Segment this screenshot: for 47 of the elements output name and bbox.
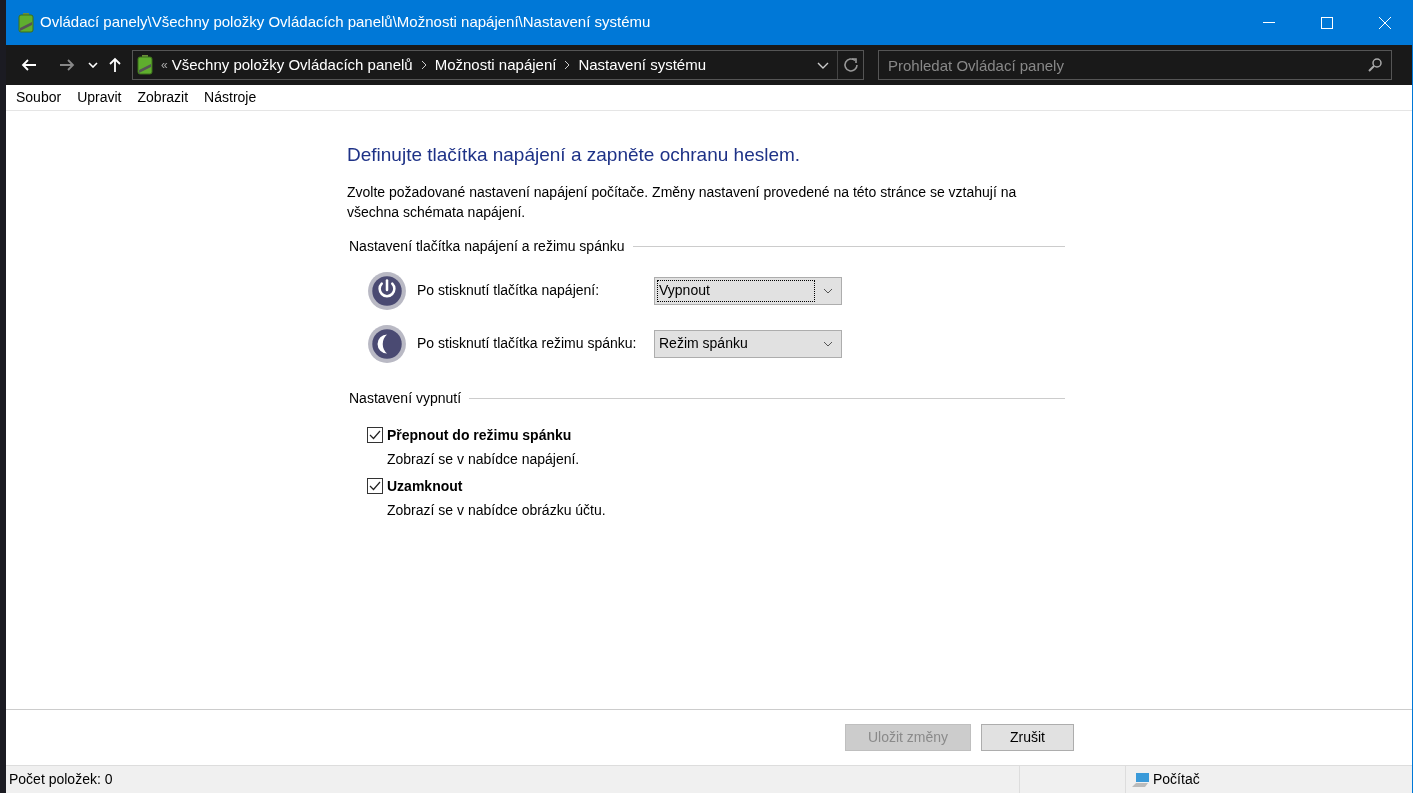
checkbox[interactable]: [367, 427, 383, 443]
forward-arrow-icon: [59, 58, 75, 72]
moon-icon: [367, 323, 407, 364]
menu-item[interactable]: Nástroje: [204, 87, 257, 108]
description: Zvolte požadované nastavení napájení počítače. Změny nastavení provedené na této stránce se vztahují na všechna schémata napájení.: [347, 182, 1018, 222]
section-title: Nastavení vypnutí: [348, 388, 462, 408]
setting-label: Po stisknutí tlačítka napájení:: [416, 281, 601, 300]
address-bar[interactable]: « Všechny položky Ovládacích panelů Možnosti napájení Nastavení systému: [132, 50, 864, 80]
close-icon: [1379, 16, 1391, 29]
chevron-down-icon: [817, 61, 829, 69]
chevron-down-icon: [823, 340, 833, 347]
maximize-icon: [1321, 16, 1333, 29]
refresh-icon: [842, 57, 859, 73]
chevron-right-icon: [420, 60, 427, 70]
overflow-chevrons[interactable]: «: [161, 56, 168, 74]
option-hint: Zobrazí se v nabídce napájení.: [386, 449, 581, 469]
menu-item[interactable]: Zobrazit: [137, 87, 189, 108]
chevron-right-icon: [564, 60, 571, 70]
battery-icon: [137, 55, 153, 75]
item-count: Počet položek: 0: [6, 766, 1020, 793]
setting-label: Po stisknutí tlačítka režimu spánku:: [416, 334, 638, 353]
computer-icon: [1132, 771, 1150, 788]
power-icon: [367, 270, 407, 311]
section-title: Nastavení tlačítka napájení a režimu spánku: [348, 236, 625, 256]
checkbox-label[interactable]: Přepnout do režimu spánku: [387, 424, 572, 446]
menu-item[interactable]: Upravit: [77, 87, 122, 108]
breadcrumb[interactable]: Všechny položky Ovládacích panelů: [171, 53, 413, 77]
checkbox-label[interactable]: Uzamknout: [387, 475, 463, 497]
up-arrow-icon: [108, 57, 122, 73]
chevron-down-icon: [88, 62, 98, 68]
menu-item[interactable]: Soubor: [16, 87, 62, 108]
breadcrumb[interactable]: Možnosti napájení: [434, 53, 557, 77]
window-title: Ovládací panely\Všechny položky Ovládacích panelů\Možnosti napájení\Nastavení systému: [40, 12, 652, 33]
checkbox[interactable]: [367, 478, 383, 494]
search-field[interactable]: Prohledat Ovládací panely: [878, 50, 1392, 80]
page-heading: Definujte tlačítka napájení a zapněte ochranu heslem.: [347, 143, 802, 167]
battery-icon: [18, 12, 34, 33]
action-dropdown[interactable]: Vypnout: [654, 276, 842, 305]
action-dropdown[interactable]: Režim spánku: [654, 329, 842, 358]
minimize-icon: [1263, 21, 1275, 24]
search-icon: [1368, 58, 1382, 72]
breadcrumb[interactable]: Nastavení systému: [578, 53, 706, 77]
back-arrow-icon: [21, 58, 37, 72]
location-label: Počítač: [1153, 770, 1200, 789]
chevron-down-icon: [823, 287, 833, 294]
option-hint: Zobrazí se v nabídce obrázku účtu.: [386, 500, 607, 520]
cancel-button[interactable]: Zrušit: [981, 724, 1074, 751]
